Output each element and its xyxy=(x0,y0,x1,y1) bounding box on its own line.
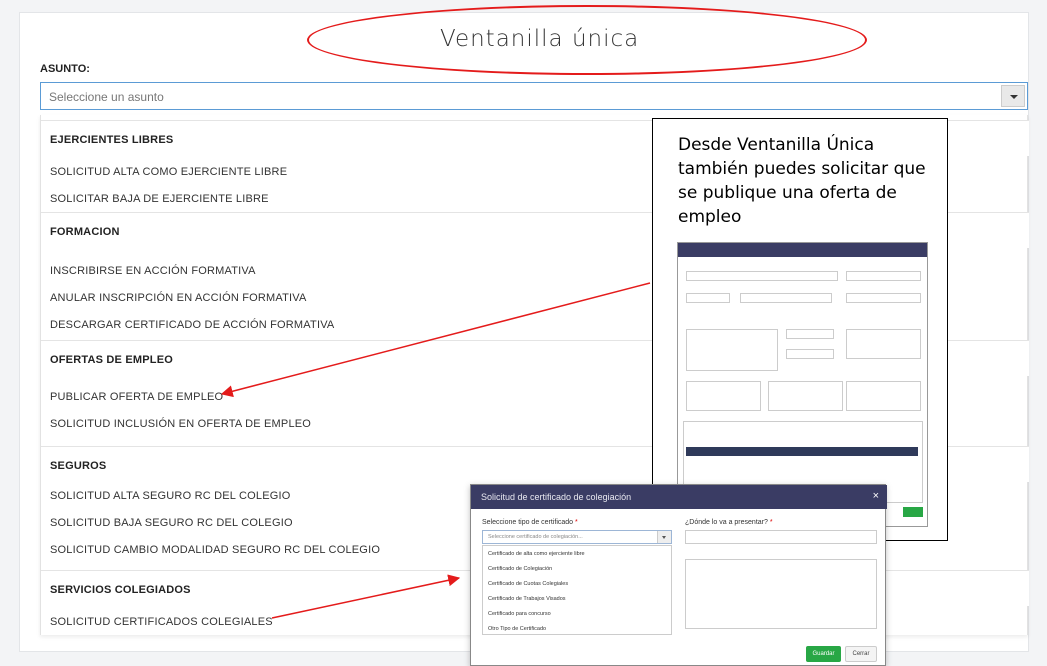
callout-text: Desde Ventanilla Única también puedes so… xyxy=(678,135,926,227)
tipo-certificado-select[interactable]: Seleccione certificado de colegiación... xyxy=(482,530,672,544)
thumbnail-header xyxy=(678,243,927,257)
option-anular-inscripcion[interactable]: ANULAR INSCRIPCIÓN EN ACCIÓN FORMATIVA xyxy=(50,292,307,304)
option-inclusion-oferta[interactable]: SOLICITUD INCLUSIÓN EN OFERTA DE EMPLEO xyxy=(50,418,311,430)
select-toggle-button[interactable] xyxy=(657,531,671,543)
cert-option[interactable]: Certificado de Colegiación xyxy=(488,566,552,572)
cert-option[interactable]: Certificado de Cuotas Colegiales xyxy=(488,581,568,587)
chevron-down-icon xyxy=(662,536,666,539)
asunto-label: ASUNTO: xyxy=(40,63,90,75)
option-alta-ejerciente-libre[interactable]: SOLICITUD ALTA COMO EJERCIENTE LIBRE xyxy=(50,166,287,178)
chevron-down-icon xyxy=(1010,95,1018,99)
option-baja-seguro[interactable]: SOLICITUD BAJA SEGURO RC DEL COLEGIO xyxy=(50,517,293,529)
cert-option[interactable]: Certificado de Trabajos Visados xyxy=(488,596,566,602)
cert-option[interactable]: Certificado para concurso xyxy=(488,611,551,617)
modal-title: Solicitud de certificado de colegiación xyxy=(481,492,632,502)
cert-option[interactable]: Certificado de alta como ejerciente libr… xyxy=(488,551,585,557)
option-cambio-seguro[interactable]: SOLICITUD CAMBIO MODALIDAD SEGURO RC DEL… xyxy=(50,544,380,556)
option-baja-ejerciente-libre[interactable]: SOLICITAR BAJA DE EJERCIENTE LIBRE xyxy=(50,193,269,205)
option-alta-seguro[interactable]: SOLICITUD ALTA SEGURO RC DEL COLEGIO xyxy=(50,490,291,502)
option-publicar-oferta[interactable]: PUBLICAR OFERTA DE EMPLEO xyxy=(50,391,223,403)
select-toggle-button[interactable] xyxy=(1001,85,1025,107)
select-placeholder: Seleccione un asunto xyxy=(49,90,164,104)
tipo-label: Seleccione tipo de certificado * xyxy=(482,519,578,526)
save-button[interactable]: Guardar xyxy=(806,646,841,662)
option-inscribirse-accion[interactable]: INSCRIBIRSE EN ACCIÓN FORMATIVA xyxy=(50,265,256,277)
asunto-select[interactable]: Seleccione un asunto xyxy=(40,82,1028,110)
option-certificados-colegiales[interactable]: SOLICITUD CERTIFICADOS COLEGIALES xyxy=(50,616,273,628)
close-icon[interactable]: × xyxy=(873,490,879,502)
donde-input[interactable] xyxy=(685,530,877,544)
donde-textarea[interactable] xyxy=(685,559,877,629)
donde-label: ¿Dónde lo va a presentar? * xyxy=(685,519,773,526)
cert-option[interactable]: Otro Tipo de Certificado xyxy=(488,626,546,632)
modal-header: Solicitud de certificado de colegiación … xyxy=(471,485,887,509)
cancel-button[interactable]: Cerrar xyxy=(845,646,877,662)
option-descargar-certificado[interactable]: DESCARGAR CERTIFICADO DE ACCIÓN FORMATIV… xyxy=(50,319,334,331)
tipo-options-list: Certificado de alta como ejerciente libr… xyxy=(482,545,672,635)
tipo-placeholder: Seleccione certificado de colegiación... xyxy=(488,534,583,540)
title-highlight-ellipse xyxy=(307,5,867,75)
certificate-request-modal: Solicitud de certificado de colegiación … xyxy=(470,484,887,666)
